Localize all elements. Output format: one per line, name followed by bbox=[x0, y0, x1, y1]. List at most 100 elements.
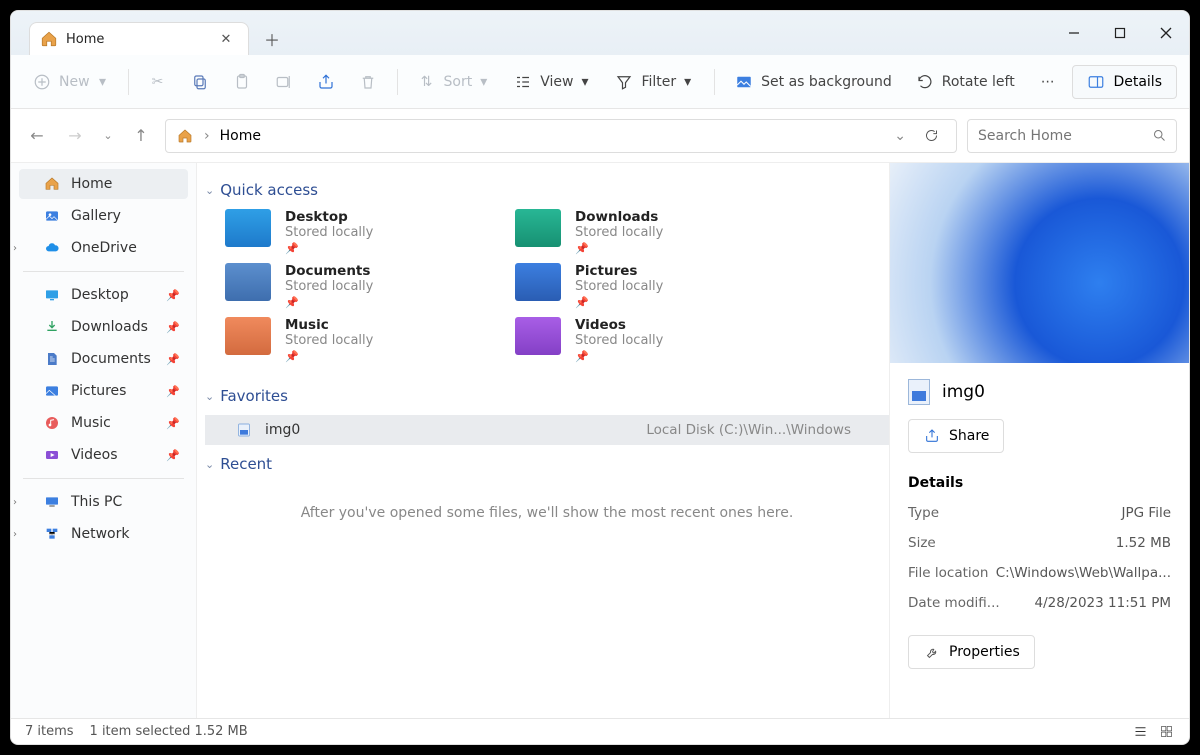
sidebar-item-documents[interactable]: Documents📌 bbox=[19, 344, 188, 374]
chevron-right-icon[interactable]: › bbox=[13, 497, 17, 508]
search-input[interactable] bbox=[978, 128, 1152, 144]
wallpaper-icon bbox=[735, 73, 753, 91]
cloud-icon bbox=[43, 239, 61, 257]
quick-access-grid: DesktopStored locally📌 DownloadsStored l… bbox=[225, 209, 889, 363]
section-favorites[interactable]: ⌄Favorites bbox=[205, 387, 889, 405]
section-quick-access[interactable]: ⌄Quick access bbox=[205, 181, 889, 199]
qa-desktop[interactable]: DesktopStored locally📌 bbox=[225, 209, 485, 255]
sort-button[interactable]: ⇅Sort▾ bbox=[408, 64, 501, 100]
properties-button[interactable]: Properties bbox=[908, 635, 1035, 669]
pin-icon: 📌 bbox=[166, 353, 180, 366]
preview-file-row: img0 bbox=[908, 379, 1171, 405]
detail-location: File locationC:\Windows\Web\Wallpa... bbox=[908, 565, 1171, 581]
share-button[interactable]: Share bbox=[908, 419, 1004, 453]
gallery-icon bbox=[43, 207, 61, 225]
recent-locations-button[interactable]: ⌄ bbox=[99, 122, 117, 150]
sort-icon: ⇅ bbox=[418, 73, 436, 91]
pin-icon: 📌 bbox=[285, 242, 373, 255]
view-button[interactable]: View▾ bbox=[504, 64, 601, 100]
pin-icon: 📌 bbox=[166, 417, 180, 430]
sidebar-item-network[interactable]: ›Network bbox=[19, 519, 188, 549]
qa-videos[interactable]: VideosStored locally📌 bbox=[515, 317, 775, 363]
sidebar-item-desktop[interactable]: Desktop📌 bbox=[19, 280, 188, 310]
copy-button[interactable] bbox=[181, 64, 219, 100]
more-button[interactable]: ⋯ bbox=[1029, 64, 1067, 100]
folder-icon bbox=[225, 263, 271, 301]
sidebar-item-videos[interactable]: Videos📌 bbox=[19, 440, 188, 470]
pin-icon: 📌 bbox=[166, 321, 180, 334]
details-pane-toggle[interactable]: Details bbox=[1072, 65, 1177, 99]
chevron-down-icon: ⌄ bbox=[205, 390, 214, 403]
forward-button[interactable]: → bbox=[61, 122, 89, 150]
close-tab-icon[interactable]: ✕ bbox=[218, 31, 234, 47]
qa-pictures[interactable]: PicturesStored locally📌 bbox=[515, 263, 775, 309]
body: Home Gallery ›OneDrive Desktop📌 Download… bbox=[11, 163, 1189, 718]
folder-icon bbox=[515, 317, 561, 355]
address-bar[interactable]: › Home ⌄ bbox=[165, 119, 957, 153]
grid-view-icon[interactable] bbox=[1157, 723, 1175, 741]
sidebar-item-onedrive[interactable]: ›OneDrive bbox=[19, 233, 188, 263]
folder-icon bbox=[515, 263, 561, 301]
sidebar-item-downloads[interactable]: Downloads📌 bbox=[19, 312, 188, 342]
back-button[interactable]: ← bbox=[23, 122, 51, 150]
rotate-left-button[interactable]: Rotate left bbox=[906, 64, 1025, 100]
sidebar-item-home[interactable]: Home bbox=[19, 169, 188, 199]
qa-documents[interactable]: DocumentsStored locally📌 bbox=[225, 263, 485, 309]
home-icon bbox=[176, 127, 194, 145]
detail-type: TypeJPG File bbox=[908, 505, 1171, 521]
toolbar: New ▾ ✂ ⇅Sort▾ View▾ Filter▾ Set as back… bbox=[11, 55, 1189, 109]
sidebar-item-gallery[interactable]: Gallery bbox=[19, 201, 188, 231]
content-area: ⌄Quick access DesktopStored locally📌 Dow… bbox=[197, 163, 889, 718]
folder-icon bbox=[225, 317, 271, 355]
refresh-button[interactable] bbox=[916, 128, 946, 143]
trash-icon bbox=[359, 73, 377, 91]
recent-empty-text: After you've opened some files, we'll sh… bbox=[205, 505, 889, 521]
folder-icon bbox=[515, 209, 561, 247]
cut-button[interactable]: ✂ bbox=[139, 64, 177, 100]
desktop-icon bbox=[43, 286, 61, 304]
explorer-window: Home ✕ ＋ New ▾ ✂ ⇅Sort▾ View▾ Filter▾ Se… bbox=[10, 10, 1190, 745]
window-controls bbox=[1051, 11, 1189, 55]
section-recent[interactable]: ⌄Recent bbox=[205, 455, 889, 473]
favorite-item-img0[interactable]: img0 Local Disk (C:)\Win...\Windows bbox=[205, 415, 889, 445]
documents-icon bbox=[43, 350, 61, 368]
new-button[interactable]: New ▾ bbox=[23, 64, 118, 100]
favorite-path: Local Disk (C:)\Win...\Windows bbox=[646, 422, 875, 438]
chevron-right-icon[interactable]: › bbox=[13, 243, 17, 254]
search-box[interactable] bbox=[967, 119, 1177, 153]
filter-button[interactable]: Filter▾ bbox=[605, 64, 704, 100]
paste-button[interactable] bbox=[223, 64, 261, 100]
breadcrumb-home[interactable]: Home bbox=[220, 128, 261, 144]
new-tab-button[interactable]: ＋ bbox=[255, 22, 289, 55]
sidebar-item-music[interactable]: Music📌 bbox=[19, 408, 188, 438]
set-background-button[interactable]: Set as background bbox=[725, 64, 902, 100]
qa-downloads[interactable]: DownloadsStored locally📌 bbox=[515, 209, 775, 255]
sidebar-item-pictures[interactable]: Pictures📌 bbox=[19, 376, 188, 406]
tab-strip: Home ✕ ＋ bbox=[11, 11, 289, 55]
tab-home[interactable]: Home ✕ bbox=[29, 22, 249, 55]
chevron-down-icon[interactable]: ⌄ bbox=[894, 128, 906, 144]
copy-icon bbox=[191, 73, 209, 91]
maximize-button[interactable] bbox=[1097, 11, 1143, 55]
filter-icon bbox=[615, 73, 633, 91]
delete-button[interactable] bbox=[349, 64, 387, 100]
rename-button[interactable] bbox=[265, 64, 303, 100]
pin-icon: 📌 bbox=[166, 385, 180, 398]
pin-icon: 📌 bbox=[285, 296, 373, 309]
share-button[interactable] bbox=[307, 64, 345, 100]
up-button[interactable]: ↑ bbox=[127, 122, 155, 150]
rotate-icon bbox=[916, 73, 934, 91]
share-icon bbox=[923, 427, 941, 445]
close-window-button[interactable] bbox=[1143, 11, 1189, 55]
list-view-icon[interactable] bbox=[1131, 723, 1149, 741]
chevron-right-icon[interactable]: › bbox=[13, 529, 17, 540]
status-selection: 1 item selected 1.52 MB bbox=[90, 724, 248, 739]
qa-music[interactable]: MusicStored locally📌 bbox=[225, 317, 485, 363]
plus-circle-icon bbox=[33, 73, 51, 91]
home-icon bbox=[43, 175, 61, 193]
sidebar-item-this-pc[interactable]: ›This PC bbox=[19, 487, 188, 517]
minimize-button[interactable] bbox=[1051, 11, 1097, 55]
scissors-icon: ✂ bbox=[149, 73, 167, 91]
address-row: ← → ⌄ ↑ › Home ⌄ bbox=[11, 109, 1189, 163]
home-icon bbox=[40, 30, 58, 48]
